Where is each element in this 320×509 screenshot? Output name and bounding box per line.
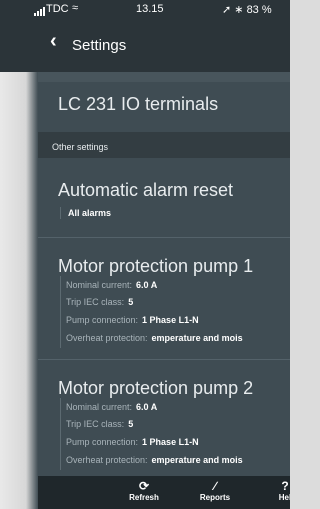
status-bar: TDC ≈ 13.15 ➚ ∗ 83 % <box>0 0 290 20</box>
motor-protection-pump-1-row[interactable]: Motor protection pump 1 Nominal current:… <box>38 238 290 368</box>
indent-line <box>60 207 61 219</box>
terminals-row-label: LC 231 IO terminals <box>58 94 219 114</box>
indent-line <box>60 398 61 470</box>
alarm-value: All alarms <box>68 208 112 218</box>
pump-connection-label: Pump connection: <box>66 437 139 447</box>
pump-connection-value: 1 Phase L1-N <box>142 315 199 325</box>
nominal-current-value: 6.0 A <box>136 280 158 290</box>
chevron-left-icon[interactable]: ‹ <box>50 30 57 53</box>
tab-refresh[interactable]: ⟳ Refresh <box>124 479 164 502</box>
location-icon: ➚ <box>222 4 232 16</box>
trip-class-line: Trip IEC class: 5 <box>66 297 133 307</box>
signal-icon <box>34 7 45 16</box>
nominal-current-value: 6.0 A <box>136 402 158 412</box>
clock: 13.15 <box>136 3 164 15</box>
overheat-protection-label: Overheat protection: <box>66 455 148 465</box>
section-header-label: Other settings <box>52 142 109 152</box>
pump-connection-label: Pump connection: <box>66 315 139 325</box>
status-right: ➚ ∗ 83 % <box>222 3 272 16</box>
nominal-current-label: Nominal current: <box>66 280 133 290</box>
alarm-title: Automatic alarm reset <box>58 180 234 200</box>
nominal-current-label: Nominal current: <box>66 402 133 412</box>
nav-bar: ‹ Settings <box>0 20 290 72</box>
tab-help-label: Hel <box>278 493 290 502</box>
pump-connection-value: 1 Phase L1-N <box>142 437 199 447</box>
pump-connection-line: Pump connection: 1 Phase L1-N <box>66 315 199 325</box>
bluetooth-icon: ∗ <box>234 4 244 16</box>
help-icon: ? <box>281 479 289 493</box>
automatic-alarm-reset-row[interactable]: Automatic alarm reset All alarms <box>38 158 290 238</box>
trip-class-line: Trip IEC class: 5 <box>66 419 133 429</box>
device-frame-edge <box>0 20 38 509</box>
indent-line <box>60 276 61 348</box>
trip-class-value: 5 <box>128 297 134 307</box>
overheat-protection-value: emperature and mois <box>151 333 243 343</box>
nominal-current-line: Nominal current: 6.0 A <box>66 280 157 290</box>
refresh-icon: ⟳ <box>138 479 150 493</box>
nominal-current-line: Nominal current: 6.0 A <box>66 402 157 412</box>
trip-class-label: Trip IEC class: <box>66 419 125 429</box>
wifi-icon: ≈ <box>72 2 79 14</box>
overheat-protection-label: Overheat protection: <box>66 333 148 343</box>
pencil-icon: ∕ <box>213 479 216 493</box>
terminals-row[interactable]: LC 231 IO terminals <box>38 82 290 128</box>
top-spacer <box>38 72 290 82</box>
trip-class-value: 5 <box>128 419 134 429</box>
trip-class-label: Trip IEC class: <box>66 297 125 307</box>
tab-help[interactable]: ? Hel <box>270 479 290 502</box>
overheat-protection-line: Overheat protection: emperature and mois <box>66 455 243 465</box>
battery-label: 83 % <box>246 4 272 16</box>
phone-screen: TDC ≈ 13.15 ➚ ∗ 83 % ‹ Settings LC 231 I… <box>0 0 290 509</box>
carrier-label: TDC <box>46 3 69 15</box>
page-title: Settings <box>72 37 127 54</box>
tab-reports[interactable]: ∕ Reports <box>192 479 238 502</box>
tab-refresh-label: Refresh <box>129 493 159 502</box>
pump-title: Motor protection pump 1 <box>58 256 254 276</box>
overheat-protection-value: emperature and mois <box>151 455 243 465</box>
pump-title: Motor protection pump 2 <box>58 378 254 398</box>
tab-reports-label: Reports <box>199 493 231 502</box>
tab-bar: ⟳ Refresh ∕ Reports ? Hel <box>38 476 290 509</box>
section-header: Other settings <box>38 132 290 158</box>
overheat-protection-line: Overheat protection: emperature and mois <box>66 333 243 343</box>
motor-protection-pump-2-row[interactable]: Motor protection pump 2 Nominal current:… <box>38 360 290 490</box>
pump-connection-line: Pump connection: 1 Phase L1-N <box>66 437 199 447</box>
